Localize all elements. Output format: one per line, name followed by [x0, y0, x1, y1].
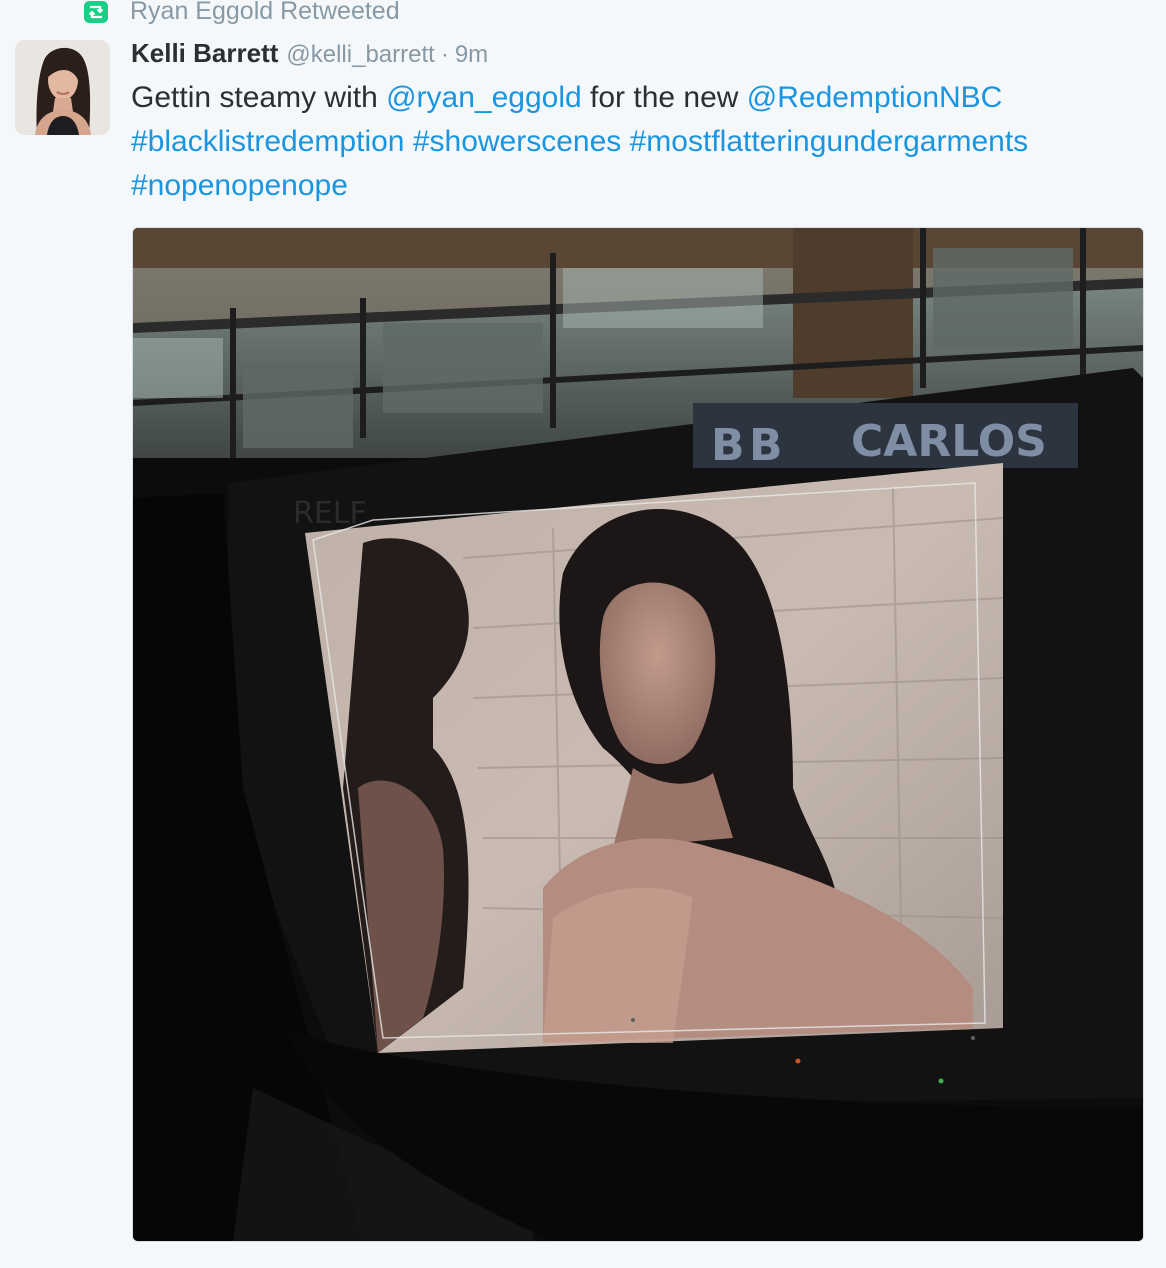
author-fullname[interactable]: Kelli Barrett — [131, 38, 278, 69]
hashtag-link[interactable]: #mostflatteringundergarments — [630, 125, 1029, 158]
mention-link[interactable]: @ryan_eggold — [386, 81, 582, 114]
monitor-tag-2: B — [749, 420, 783, 471]
retweeted-by-label[interactable]: Ryan Eggold Retweeted — [130, 0, 400, 24]
tweet-text-part: Gettin steamy with — [131, 81, 387, 114]
hashtag-link[interactable]: #nopenopenope — [131, 169, 348, 202]
tweet[interactable]: Ryan Eggold Retweeted Kelli Barrett @kel… — [0, 0, 1166, 1268]
tweet-header: Kelli Barrett @kelli_barrett · 9m — [131, 38, 488, 74]
retweet-icon — [84, 1, 108, 23]
monitor-tag: B — [711, 420, 745, 471]
mention-link[interactable]: @RedemptionNBC — [747, 81, 1003, 114]
retweet-context: Ryan Eggold Retweeted — [84, 0, 400, 26]
header-separator: · — [440, 41, 449, 68]
hashtag-link[interactable]: #blacklistredemption — [131, 125, 404, 158]
avatar[interactable] — [15, 40, 110, 135]
tweet-text-part: for the new — [581, 81, 747, 114]
hashtag-link[interactable]: #showerscenes — [413, 125, 621, 158]
monitor-label: CARLOS — [851, 416, 1047, 467]
tweet-photo[interactable]: B B CARLOS RELF — [132, 227, 1144, 1242]
tweet-timestamp[interactable]: 9m — [455, 41, 488, 69]
tweet-text: Gettin steamy with @ryan_eggold for the … — [131, 76, 1141, 208]
author-username[interactable]: @kelli_barrett — [286, 41, 434, 69]
